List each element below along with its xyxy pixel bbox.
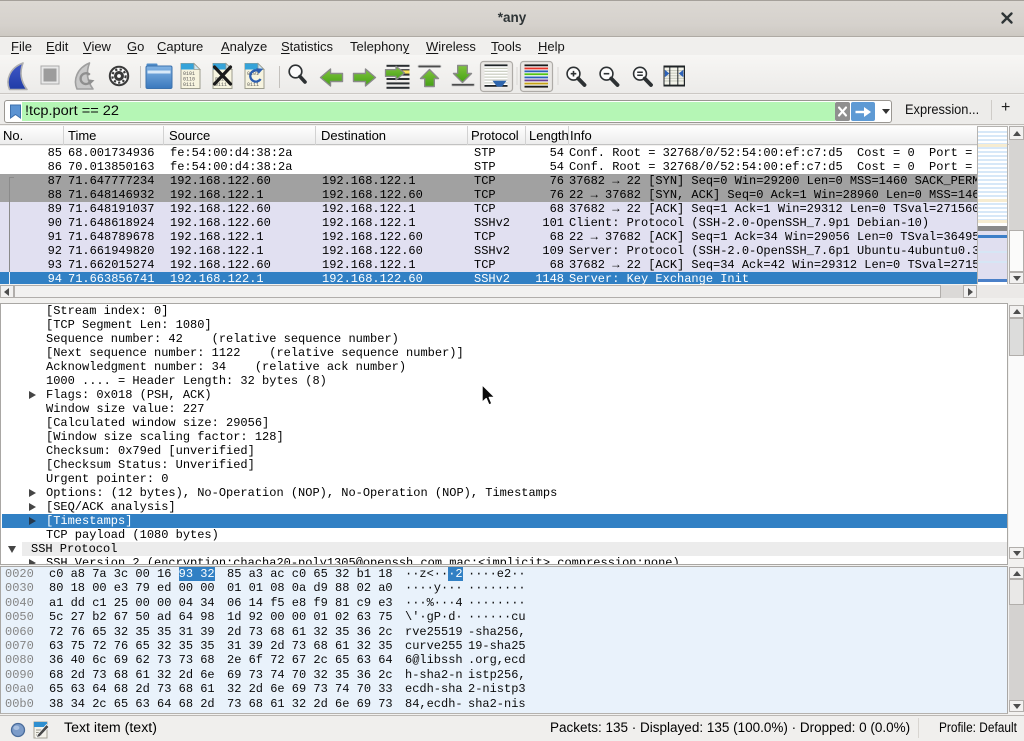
svg-text:0111: 0111 [247,82,259,88]
svg-text:0111: 0111 [183,82,195,88]
